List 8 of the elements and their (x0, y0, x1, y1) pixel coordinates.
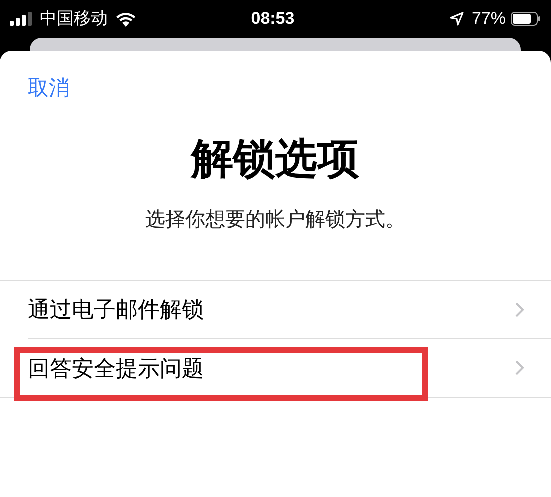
sheet-subtitle: 选择你想要的帐户解锁方式。 (146, 208, 406, 233)
sheet-title: 解锁选项 (192, 134, 360, 184)
clock-time: 08:53 (251, 8, 295, 30)
carrier-name: 中国移动 (40, 8, 108, 30)
option-row[interactable]: 回答安全提示问题 (0, 339, 551, 397)
cancel-button[interactable]: 取消 (28, 75, 70, 103)
battery-percentage: 77% (472, 8, 506, 30)
option-row[interactable]: 通过电子邮件解锁 (28, 281, 551, 339)
